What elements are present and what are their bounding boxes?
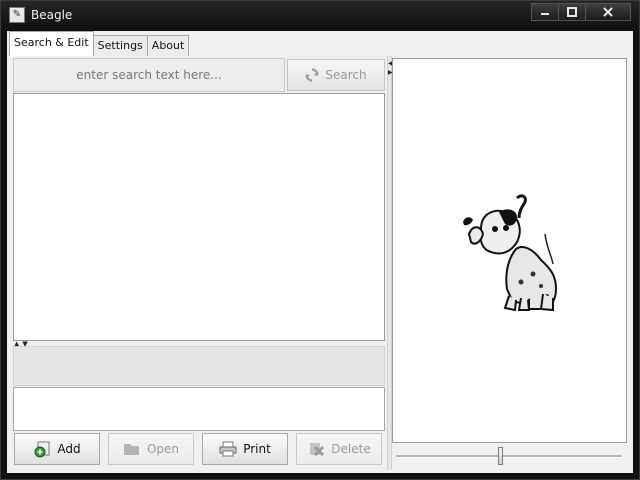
zoom-slider-track[interactable] [396, 455, 622, 458]
search-row: enter search text here... Search [13, 58, 385, 92]
window-title: Beagle [31, 8, 73, 22]
printer-icon [219, 441, 237, 457]
tab-settings[interactable]: Settings [92, 35, 148, 56]
search-edit-panel: enter search text here... Search ▲▼ Add … [12, 56, 386, 470]
action-buttons: Add Open Print Delete [14, 433, 386, 465]
open-button[interactable]: Open [108, 433, 194, 465]
title-bar[interactable]: ✎ Beagle [1, 1, 639, 31]
add-button-label: Add [57, 442, 81, 456]
zoom-slider-row [392, 444, 627, 470]
results-list[interactable] [13, 93, 385, 341]
tab-bar: Search & Edit Settings About [9, 31, 190, 56]
tab-about[interactable]: About [146, 35, 190, 56]
close-icon [603, 7, 613, 17]
close-button[interactable] [585, 3, 631, 21]
maximize-icon [567, 7, 577, 17]
app-window: ✎ Beagle Search & Edit Settings About en… [0, 0, 640, 480]
minimize-icon [541, 13, 549, 15]
search-button[interactable]: Search [287, 59, 385, 91]
search-button-label: Search [325, 68, 367, 82]
open-button-label: Open [146, 442, 180, 456]
app-icon: ✎ [9, 7, 25, 23]
preview-pane [392, 58, 627, 443]
search-input[interactable]: enter search text here... [13, 58, 285, 92]
window-controls [531, 3, 631, 21]
delete-icon [310, 443, 325, 457]
detail-text-field[interactable] [13, 387, 385, 431]
print-button-label: Print [243, 442, 271, 456]
client-area: Search & Edit Settings About enter searc… [7, 31, 633, 473]
delete-button-label: Delete [331, 442, 371, 456]
delete-button[interactable]: Delete [296, 433, 382, 465]
maximize-button[interactable] [558, 3, 586, 21]
zoom-slider-thumb[interactable] [498, 447, 503, 465]
add-button[interactable]: Add [14, 433, 100, 465]
refresh-icon [305, 68, 319, 82]
tab-search-edit[interactable]: Search & Edit [9, 31, 94, 56]
info-strip [13, 346, 385, 386]
add-icon [34, 441, 50, 458]
minimize-button[interactable] [531, 3, 559, 21]
folder-icon [123, 444, 139, 455]
print-button[interactable]: Print [202, 433, 288, 465]
beagle-dog-illustration [463, 194, 558, 312]
